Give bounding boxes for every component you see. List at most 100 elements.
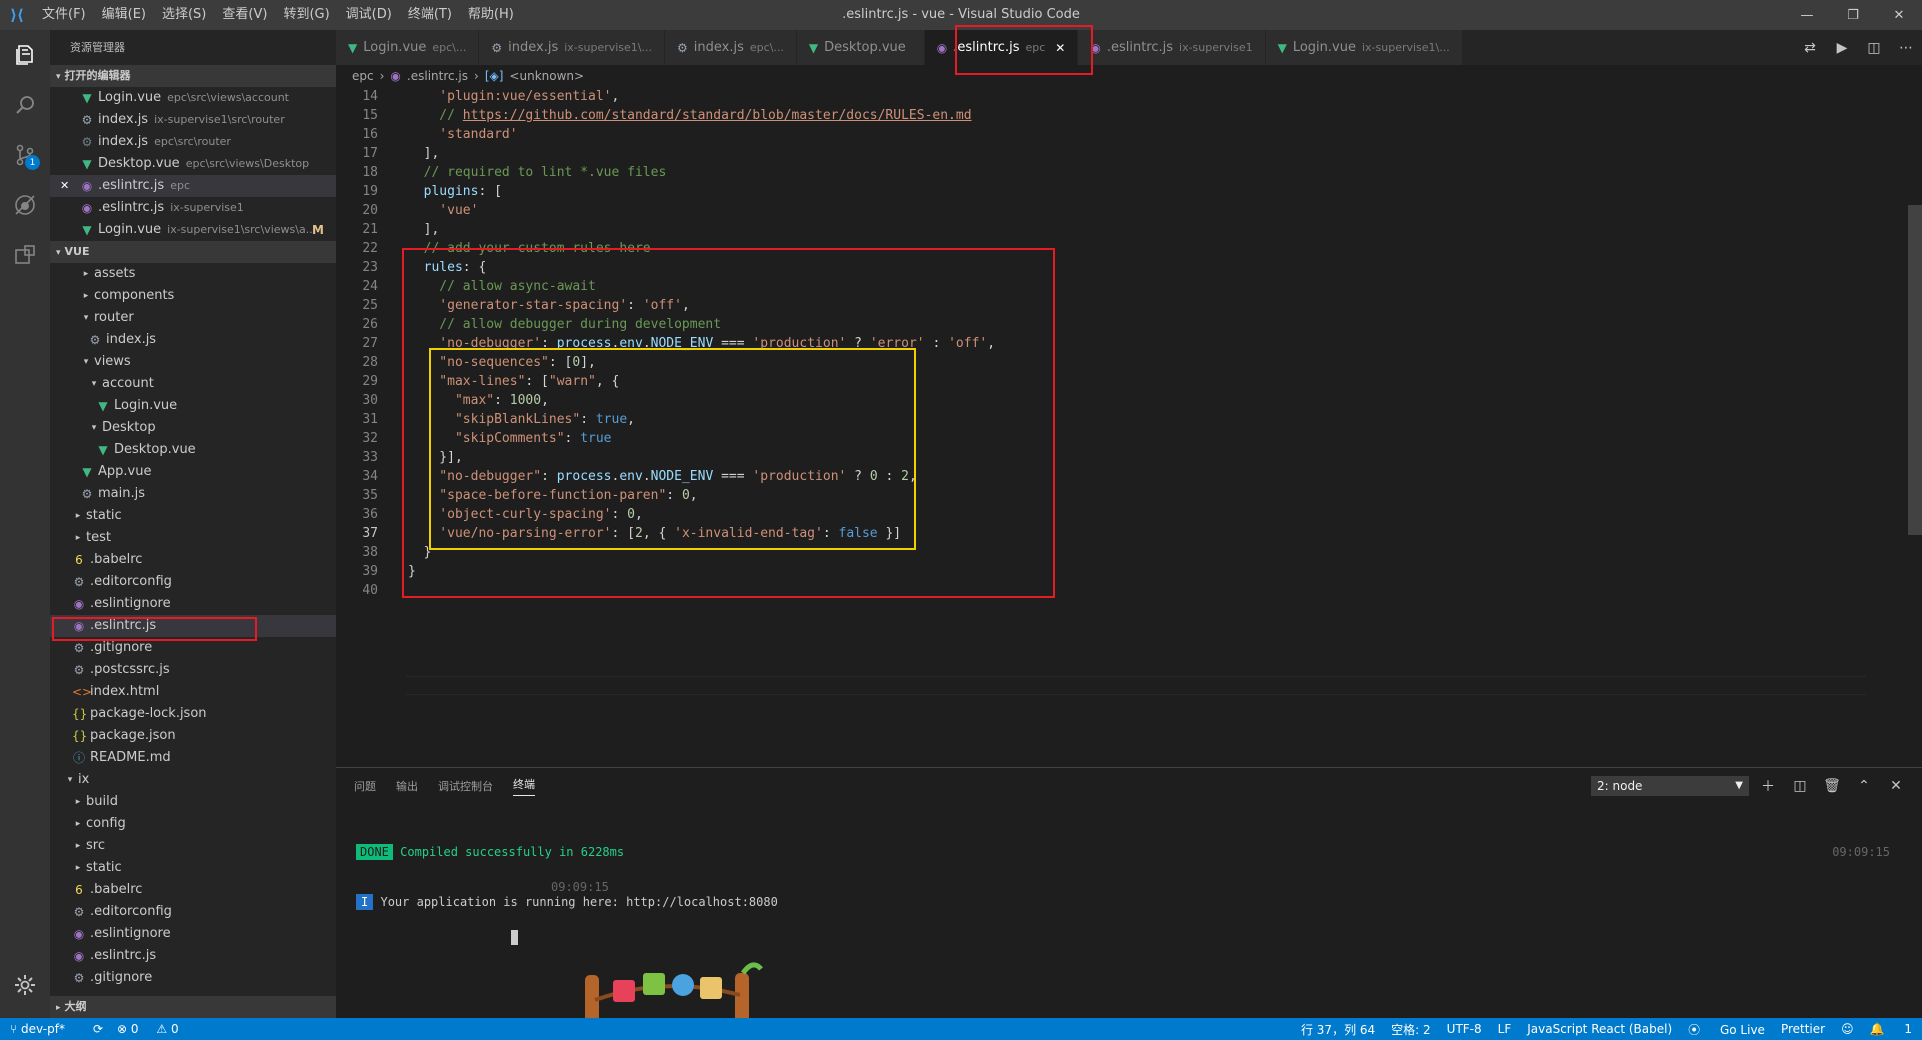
editor-tab[interactable]: ⚙ index.js ix-supervise1\... [479,30,666,65]
file-item[interactable]: ⚙ .postcssrc.js [50,659,336,681]
file-item[interactable]: ▼ Desktop.vue [50,439,336,461]
folder-item[interactable]: ▾ router [50,307,336,329]
breadcrumb-folder[interactable]: epc [352,69,374,83]
problems-indicator[interactable]: ⊗ 0 ⚠ 0 [117,1022,193,1036]
menu-item[interactable]: 查看(V) [214,0,275,30]
menu-item[interactable]: 编辑(E) [94,0,154,30]
sync-icon[interactable]: ⟳ [93,1022,103,1036]
open-editor-item[interactable]: ✕ ◉ .eslintrc.js epc [50,175,336,197]
run-icon[interactable]: ▶ [1826,40,1858,56]
maximize-panel-icon[interactable]: ⌃ [1848,778,1880,794]
folder-item[interactable]: ▸ build [50,791,336,813]
folder-item[interactable]: ▸ assets [50,263,336,285]
compare-icon[interactable]: ⇄ [1794,40,1826,56]
open-editor-item[interactable]: ▼ Desktop.vue epc\src\views\Desktop [50,153,336,175]
editor-tab[interactable]: ▼ Login.vue epc\... [336,30,480,65]
editor-scrollbar[interactable] [1908,205,1922,535]
language-mode[interactable]: JavaScript React (Babel) [1527,1022,1672,1036]
folder-item[interactable]: ▸ src [50,835,336,857]
file-item[interactable]: ▼ Login.vue [50,395,336,417]
more-actions-icon[interactable]: ⋯ [1890,40,1922,56]
file-item[interactable]: ▼ App.vue [50,461,336,483]
notifications-icon[interactable]: 🔔 1 [1870,1022,1912,1036]
file-item[interactable]: <> index.html [50,681,336,703]
split-editor-icon[interactable]: ◫ [1858,40,1890,56]
outline-header[interactable]: ▸ 大纲 [50,996,336,1018]
file-item[interactable]: ⚙ .gitignore [50,967,336,989]
search-icon[interactable] [0,80,50,130]
go-live-button[interactable]: ⦿ Go Live [1688,1021,1765,1038]
menu-item[interactable]: 文件(F) [34,0,94,30]
workspace-header[interactable]: ▾ VUE [50,241,336,263]
close-panel-icon[interactable]: ✕ [1880,778,1912,794]
folder-item[interactable]: ▸ components [50,285,336,307]
close-icon[interactable]: ✕ [60,175,74,197]
add-terminal-icon[interactable]: ＋ [1752,776,1784,796]
settings-gear-icon[interactable] [0,960,50,1010]
folder-item[interactable]: ▾ account [50,373,336,395]
open-editors-header[interactable]: ▾ 打开的编辑器 [50,65,336,87]
folder-item[interactable]: ▸ static [50,505,336,527]
menu-item[interactable]: 终端(T) [400,0,460,30]
feedback-icon[interactable]: ☺ [1841,1022,1854,1036]
debug-icon[interactable] [0,180,50,230]
encoding[interactable]: UTF-8 [1447,1022,1482,1036]
breadcrumb-symbol[interactable]: <unknown> [509,69,584,83]
file-item[interactable]: ⚙ .editorconfig [50,901,336,923]
split-terminal-icon[interactable]: ◫ [1784,778,1816,794]
folder-item[interactable]: ▸ static [50,857,336,879]
source-control-icon[interactable]: 1 [0,130,50,180]
open-editor-item[interactable]: ⚙ index.js epc\src\router [50,131,336,153]
close-window-icon[interactable]: ✕ [1876,0,1922,30]
editor-tab[interactable]: ▼ Desktop.vue [796,30,925,65]
menu-item[interactable]: 帮助(H) [460,0,522,30]
editor-tab[interactable]: ⚙ index.js epc\... [665,30,797,65]
folder-item[interactable]: ▾ ix [50,769,336,791]
cursor-position[interactable]: 行 37，列 64 [1301,1021,1375,1038]
git-branch[interactable]: ⑂ dev-pf* [10,1022,79,1036]
folder-item[interactable]: ▾ views [50,351,336,373]
info-icon: ⓘ [72,751,85,765]
file-item[interactable]: 6 .babelrc [50,549,336,571]
editor-tab[interactable]: ▼ Login.vue ix-supervise1\... [1265,30,1463,65]
file-item[interactable]: ◉ .eslintrc.js [50,945,336,967]
extensions-icon[interactable] [0,230,50,280]
panel-tab[interactable]: 输出 [396,778,418,794]
editor-tab[interactable]: ◉ .eslintrc.js ix-supervise1 [1078,30,1266,65]
explorer-icon[interactable] [0,30,50,80]
open-editor-item[interactable]: ▼ Login.vue ix-supervise1\src\views\a... M [50,219,336,241]
restore-icon[interactable]: ❐ [1830,0,1876,30]
panel-tab[interactable]: 问题 [354,778,376,794]
trash-icon[interactable]: 🗑 [1816,778,1848,794]
file-item[interactable]: ⚙ main.js [50,483,336,505]
menu-item[interactable]: 转到(G) [275,0,337,30]
json-icon: {} [72,729,88,743]
terminal-select[interactable]: 2: node ▼ [1591,776,1749,796]
open-editor-item[interactable]: ⚙ index.js ix-supervise1\src\router [50,109,336,131]
file-item[interactable]: ◉ .eslintignore [50,923,336,945]
file-item[interactable]: ⚙ index.js [50,329,336,351]
panel-tab[interactable]: 调试控制台 [438,778,493,794]
file-item[interactable]: ⓘ README.md [50,747,336,769]
prettier-button[interactable]: Prettier [1781,1022,1825,1036]
file-item[interactable]: {} package.json [50,725,336,747]
menu-item[interactable]: 选择(S) [154,0,214,30]
modified-badge: M [312,223,324,237]
indentation[interactable]: 空格: 2 [1391,1021,1431,1038]
open-editor-item[interactable]: ▼ Login.vue epc\src\views\account [50,87,336,109]
panel-tab[interactable]: 终端 [513,776,535,796]
minimize-icon[interactable]: — [1784,0,1830,30]
breadcrumb-file[interactable]: .eslintrc.js [407,69,468,83]
file-item[interactable]: 6 .babelrc [50,879,336,901]
menu-bar: 文件(F) 编辑(E) 选择(S) 查看(V) 转到(G) 调试(D) 终端(T) 帮助(H) [34,0,522,30]
menu-item[interactable]: 调试(D) [338,0,400,30]
file-item[interactable]: ⚙ .editorconfig [50,571,336,593]
folder-item[interactable]: ▸ test [50,527,336,549]
line-number: 28 [362,355,378,370]
folder-item[interactable]: ▾ Desktop [50,417,336,439]
file-item[interactable]: {} package-lock.json [50,703,336,725]
open-editor-item[interactable]: ◉ .eslintrc.js ix-supervise1 [50,197,336,219]
folder-item[interactable]: ▸ config [50,813,336,835]
file-item[interactable]: ◉ .eslintignore [50,593,336,615]
end-of-line[interactable]: LF [1498,1022,1512,1036]
